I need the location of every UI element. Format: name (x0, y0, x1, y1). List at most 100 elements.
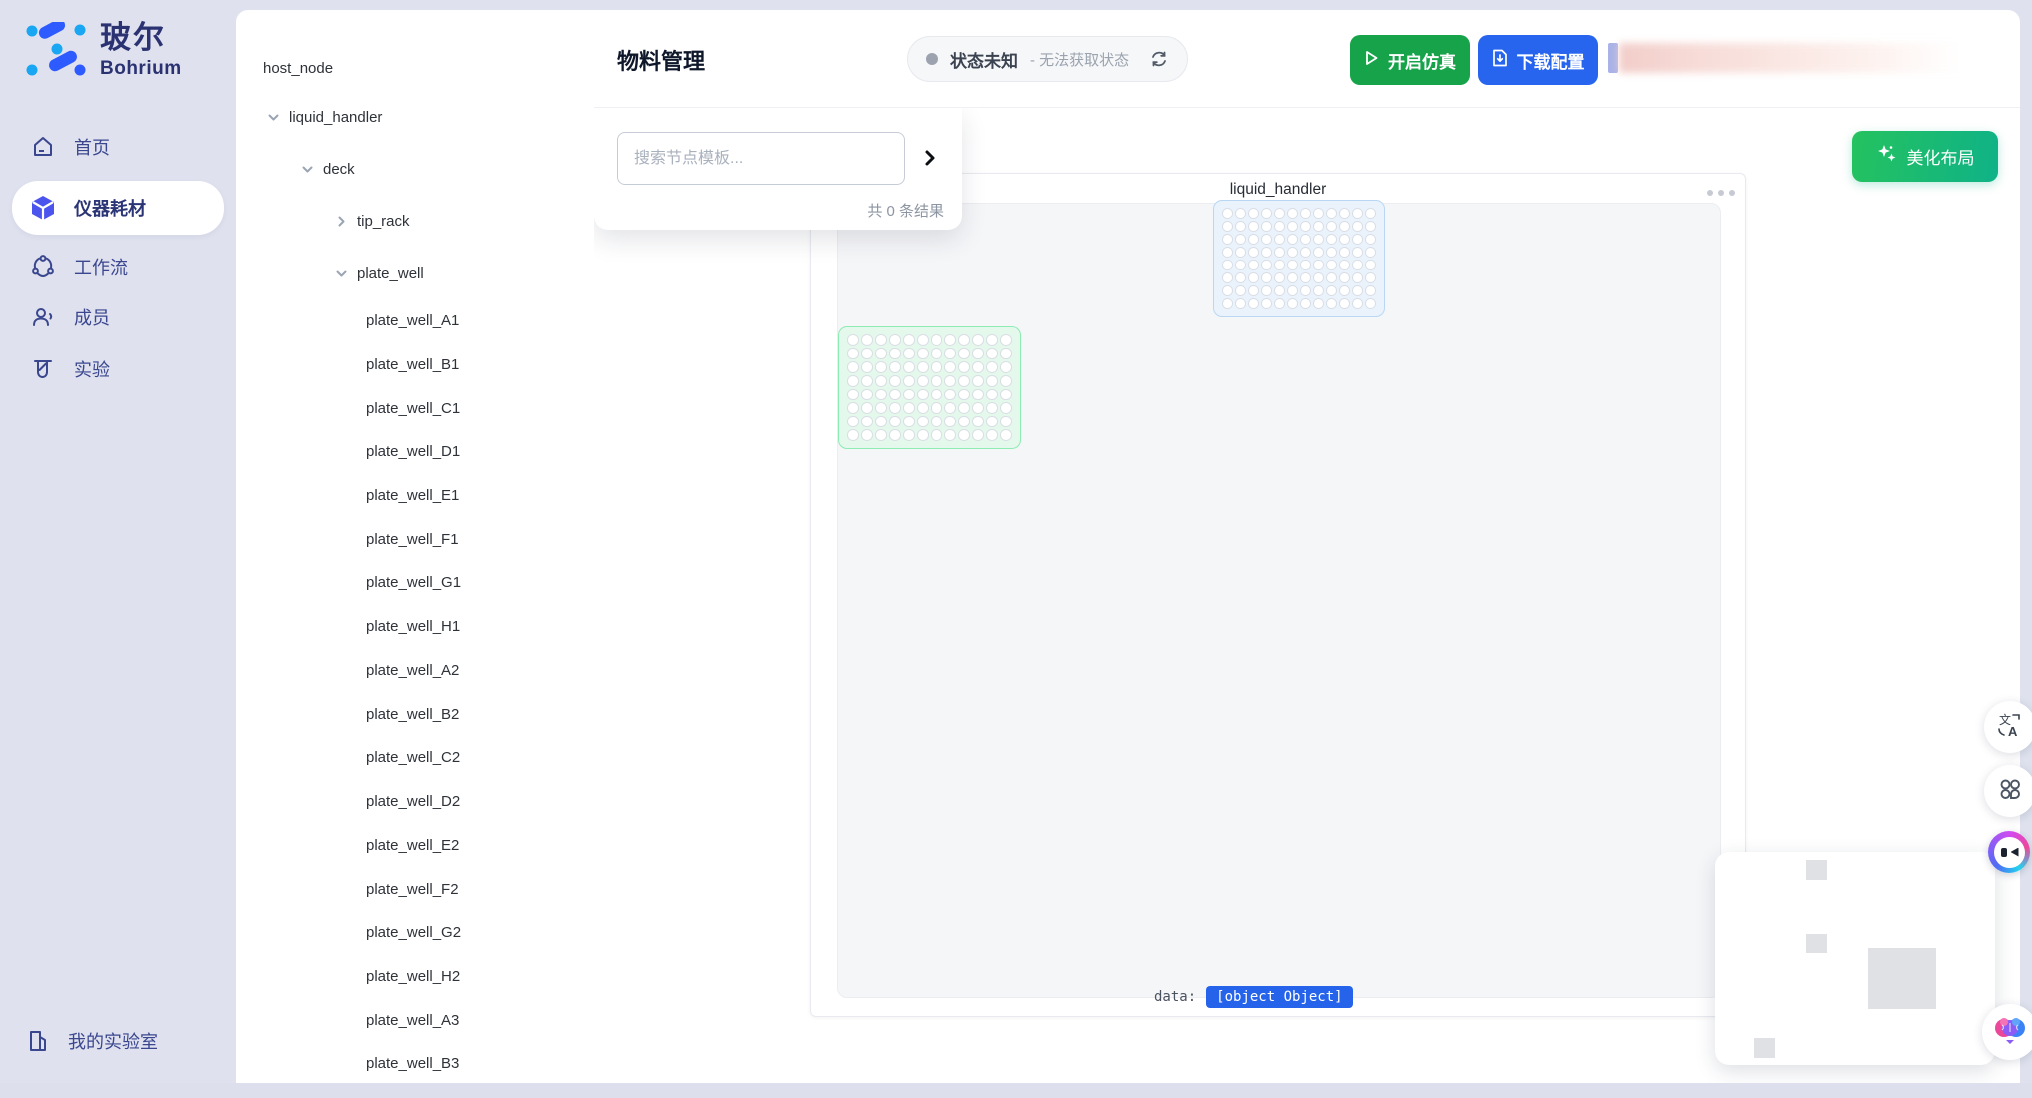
tree-item-plate_well_F2[interactable]: plate_well_F2 (366, 874, 459, 904)
well (889, 348, 901, 360)
chevron-down-icon[interactable] (266, 110, 280, 124)
tree-item-plate_well_H2[interactable]: plate_well_H2 (366, 961, 460, 991)
well (986, 416, 998, 428)
sparkles-icon (1876, 143, 1898, 170)
well (861, 402, 873, 414)
tree-item-plate_well_F1[interactable]: plate_well_F1 (366, 524, 459, 554)
tree-item-label: tip_rack (357, 213, 410, 230)
refresh-icon[interactable] (1149, 49, 1169, 69)
well (986, 361, 998, 373)
tree-item-plate_well[interactable]: plate_well (334, 258, 424, 288)
well (1365, 285, 1376, 296)
tree-item-plate_well_G2[interactable]: plate_well_G2 (366, 917, 461, 947)
download-config-button[interactable]: 下载配置 (1478, 35, 1598, 85)
tree-item-plate_well_D2[interactable]: plate_well_D2 (366, 786, 460, 816)
tree-item-plate_well_D1[interactable]: plate_well_D1 (366, 436, 460, 466)
tree-item-deck[interactable]: deck (300, 154, 355, 184)
well (931, 429, 943, 441)
well (1287, 247, 1298, 258)
data-value-pill[interactable]: [object Object] (1206, 986, 1352, 1008)
download-config-label: 下载配置 (1517, 48, 1585, 73)
liquid-handler-node[interactable]: liquid_handler data: [object Object] (810, 173, 1746, 1017)
tree-item-plate_well_C1[interactable]: plate_well_C1 (366, 393, 460, 423)
well (847, 348, 859, 360)
tree-item-label: plate_well_C1 (366, 400, 460, 417)
well (1235, 272, 1246, 283)
well (1000, 361, 1012, 373)
tree-item-plate_well_H1[interactable]: plate_well_H1 (366, 611, 460, 641)
tree-item-plate_well_B1[interactable]: plate_well_B1 (366, 349, 459, 379)
tree-item-plate_well_A3[interactable]: plate_well_A3 (366, 1005, 459, 1035)
tree-item-plate_well_G1[interactable]: plate_well_G1 (366, 567, 461, 597)
sidebar-item-workflow[interactable]: 工作流 (12, 243, 224, 291)
flow-canvas[interactable]: 美化布局 liquid_handler data: [object Object… (594, 108, 2020, 1083)
tree-item-label: plate_well_H2 (366, 968, 460, 985)
tree-item-tip_rack[interactable]: tip_rack (334, 206, 410, 236)
sidebar-item-home[interactable]: 首页 (12, 123, 224, 171)
tree-item-plate_well_C2[interactable]: plate_well_C2 (366, 742, 460, 772)
ai-brain-button[interactable] (1982, 1004, 2032, 1060)
well (861, 429, 873, 441)
tree-item-plate_well_A1[interactable]: plate_well_A1 (366, 305, 459, 335)
well (917, 402, 929, 414)
tip-rack-plate[interactable] (1213, 200, 1385, 317)
well (875, 348, 887, 360)
collapse-panel-chevron-icon[interactable] (916, 144, 944, 172)
sidebar-item-instruments[interactable]: 仪器耗材 (12, 181, 224, 235)
well (1248, 208, 1259, 219)
plate-well-plate[interactable] (838, 326, 1021, 449)
translate-icon: 文 A (1997, 712, 2023, 743)
search-input[interactable] (617, 132, 905, 185)
tree-item-liquid_handler[interactable]: liquid_handler (266, 102, 382, 132)
chevron-right-icon[interactable] (334, 214, 348, 228)
well (1235, 247, 1246, 258)
redact-accent-bar (1608, 43, 1618, 73)
tree-item-label: plate_well_A1 (366, 312, 459, 329)
play-icon (1364, 50, 1379, 71)
well (903, 429, 915, 441)
chevron-down-icon[interactable] (300, 162, 314, 176)
tree-item-plate_well_B2[interactable]: plate_well_B2 (366, 699, 459, 729)
status-detail: - 无法获取状态 (1030, 49, 1129, 70)
well (1313, 247, 1324, 258)
tree-item-plate_well_E2[interactable]: plate_well_E2 (366, 830, 459, 860)
tree-item-plate_well_E1[interactable]: plate_well_E1 (366, 480, 459, 510)
tree-item-plate_well_A2[interactable]: plate_well_A2 (366, 655, 459, 685)
tree-item-label: plate_well_F2 (366, 881, 459, 898)
apps-grid-button[interactable] (1984, 765, 2032, 817)
sidebar-item-my-lab[interactable]: 我的实验室 (26, 1028, 158, 1054)
well (889, 402, 901, 414)
well (1222, 247, 1233, 258)
well (861, 375, 873, 387)
deck-area[interactable] (837, 203, 1721, 998)
chevron-down-icon[interactable] (334, 266, 348, 280)
well (875, 402, 887, 414)
well (944, 416, 956, 428)
tree-item-label: plate_well_B1 (366, 356, 459, 373)
well (958, 389, 970, 401)
well (1235, 285, 1246, 296)
page-title: 物料管理 (617, 44, 705, 76)
sidebar-item-members[interactable]: 成员 (12, 293, 224, 341)
translate-button[interactable]: 文 A (1984, 701, 2032, 753)
well (875, 389, 887, 401)
well (1261, 234, 1272, 245)
tree-item-label: plate_well_C2 (366, 749, 460, 766)
well (1222, 208, 1233, 219)
assistant-robot-button[interactable] (1988, 831, 2030, 873)
start-simulation-button[interactable]: 开启仿真 (1350, 35, 1470, 85)
well (944, 334, 956, 346)
tree-item-host_node[interactable]: host_node (263, 53, 333, 83)
page: { "sidebar": { "logo_title": "玻尔", "logo… (0, 0, 2032, 1098)
minimap[interactable] (1715, 852, 1995, 1065)
well (1000, 416, 1012, 428)
page-bottom-strip (0, 1083, 2032, 1098)
node-more-dots-icon[interactable] (1707, 190, 1735, 196)
well (903, 402, 915, 414)
logo-subtitle: Bohrium (100, 59, 182, 78)
beautify-layout-button[interactable]: 美化布局 (1852, 131, 1998, 182)
tree-item-plate_well_B3[interactable]: plate_well_B3 (366, 1048, 459, 1078)
well (847, 429, 859, 441)
sidebar-item-experiments[interactable]: 实验 (12, 345, 224, 393)
well (958, 429, 970, 441)
